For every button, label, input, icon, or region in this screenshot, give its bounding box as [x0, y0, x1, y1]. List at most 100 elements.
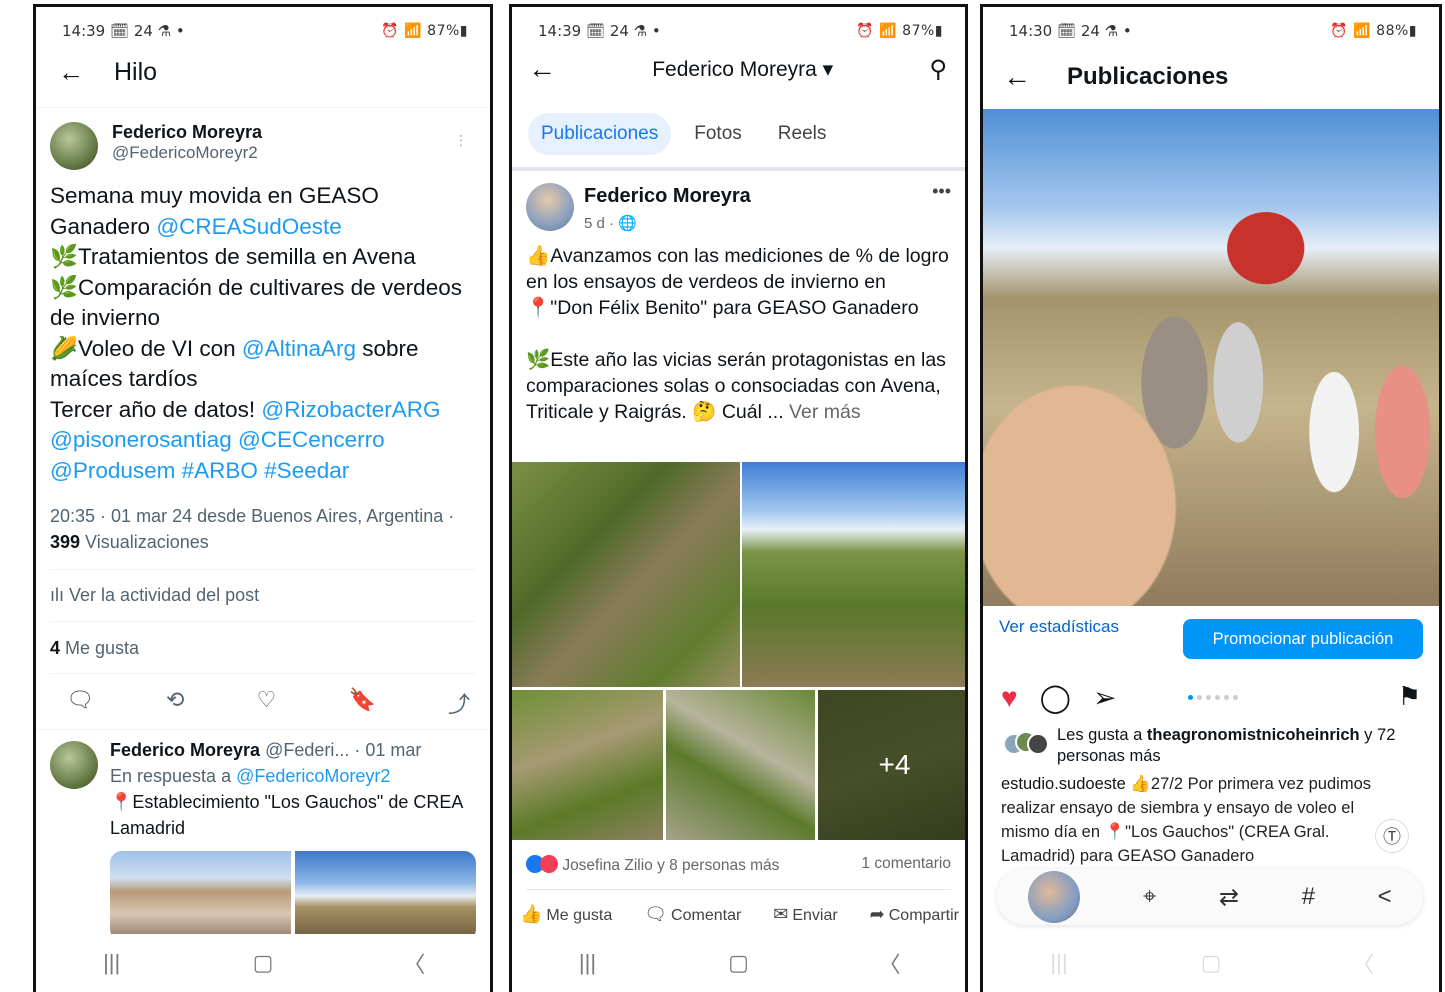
likes-label: Me gusta [60, 638, 140, 658]
share-icon[interactable]: ⤴ [448, 687, 470, 719]
battery-level: 87% [902, 23, 935, 39]
liker-avatars [1003, 731, 1049, 761]
views-count: 399 [50, 532, 81, 552]
thumbnail-preview[interactable] [1028, 871, 1081, 923]
author-handle[interactable]: @FedericoMoreyr2 [112, 143, 262, 163]
heart-icon[interactable]: ♥ [1001, 682, 1018, 714]
tab-fotos[interactable]: Fotos [681, 113, 755, 155]
promote-post-button[interactable]: Promocionar publicación [1183, 619, 1423, 659]
comment-button[interactable]: 🗨 Comentar [644, 904, 741, 925]
post-activity-label: Ver la actividad del post [69, 585, 260, 605]
reply-author-name[interactable]: Federico Moreyra [110, 740, 260, 760]
tab-publicaciones[interactable]: Publicaciones [528, 113, 672, 155]
send-icon[interactable]: ➢ [1093, 681, 1116, 714]
mention-link[interactable]: @CREASudOeste [156, 214, 341, 239]
likes-count[interactable]: 4 Me gusta [50, 638, 139, 659]
home-icon[interactable]: ▢ [233, 950, 293, 976]
avatar[interactable] [526, 183, 574, 231]
back-nav-icon[interactable]: 〈 [1333, 947, 1393, 979]
back-arrow-icon[interactable]: ← [58, 57, 84, 88]
liked-by-label: Les gusta a [1057, 726, 1147, 744]
see-more-link[interactable]: Ver más [789, 401, 861, 423]
author-name[interactable]: Federico Moreyra [112, 122, 262, 143]
home-icon[interactable]: ▢ [709, 950, 769, 976]
liked-by[interactable]: Les gusta a theagronomistnicoheinrich y … [1003, 725, 1419, 767]
battery-level: 87% [427, 23, 460, 39]
photo-2[interactable] [742, 462, 965, 687]
status-right: ⏰ 📶 87%▮ [856, 23, 943, 39]
tab-reels[interactable]: Reels [765, 113, 840, 155]
mention-link[interactable]: @AltinaArg [242, 336, 356, 361]
thumbs-up-icon: 👍 [520, 904, 543, 924]
tweet-line: Semana muy movida en GEASO [50, 183, 379, 208]
bookmark-icon[interactable]: ⚑ [1398, 681, 1421, 712]
battery-level: 88% [1376, 23, 1409, 39]
view-stats-link[interactable]: Ver estadísticas [999, 617, 1119, 637]
send-button[interactable]: ✉ Enviar [773, 904, 837, 925]
caption-username[interactable]: estudio.sudoeste [1001, 775, 1126, 793]
reply-icon[interactable]: 🗨 [66, 687, 94, 719]
status-bar: 14:39 🗓 24 ⚗ • ⏰ 📶 87%▮ [62, 21, 468, 41]
status-bar: 14:39 🗓 24 ⚗ • ⏰ 📶 87%▮ [538, 21, 943, 41]
tweet-line: Ganadero [50, 213, 157, 239]
twitter-thread-screen: 14:39 🗓 24 ⚗ • ⏰ 📶 87%▮ ← Hilo Federico … [33, 4, 493, 992]
reshare-icon[interactable]: ⇄ [1219, 883, 1239, 912]
post-header: Federico Moreyra 5 d · 🌐 ••• [526, 181, 951, 232]
post-author-name[interactable]: Federico Moreyra [584, 185, 751, 208]
back-nav-icon[interactable]: 〈 [860, 947, 920, 979]
comments-count[interactable]: 1 comentario [861, 855, 951, 875]
reply-date: · 01 mar [354, 740, 422, 760]
home-icon[interactable]: ▢ [1181, 950, 1241, 976]
post-time[interactable]: 5 d · 🌐 [584, 214, 751, 232]
back-arrow-icon[interactable]: ← [528, 53, 556, 85]
more-options-icon[interactable]: ••• [932, 181, 951, 202]
in-reply-handle[interactable]: @FedericoMoreyr2 [236, 766, 390, 786]
reply-image-selfie[interactable] [110, 851, 291, 941]
profile-title-dropdown[interactable]: Federico Moreyra ▾ [652, 57, 833, 82]
reply-tweet[interactable]: Federico Moreyra @Federi... · 01 mar En … [50, 737, 476, 841]
photo-5-more[interactable]: +4 [818, 690, 965, 840]
photo-4[interactable] [666, 690, 815, 840]
back-arrow-icon[interactable]: ← [1003, 61, 1031, 93]
floating-toolbar: ⌖ ⇄ # < [997, 869, 1423, 925]
reply-image-field[interactable] [295, 851, 476, 941]
back-nav-icon[interactable]: 〈 [384, 947, 444, 979]
like-icon[interactable]: ♡ [257, 687, 277, 719]
mention-link[interactable]: @pisonerosantiag @CECencerro @Produsem #… [50, 425, 476, 486]
post-photo[interactable] [983, 109, 1439, 606]
system-nav-bar: ||| ▢ 〈 [983, 934, 1439, 992]
photo-1[interactable] [512, 462, 740, 687]
post-paragraph: 👍Avanzamos con las mediciones de % de lo… [526, 245, 949, 319]
liked-by-user[interactable]: theagronomistnicoheinrich [1147, 726, 1360, 744]
status-time: 14:30 [1009, 22, 1053, 40]
search-icon[interactable]: ⚲ [929, 55, 947, 84]
like-button[interactable]: 👍 Me gusta [520, 904, 612, 925]
recents-icon[interactable]: ||| [82, 950, 142, 976]
divider [50, 673, 476, 674]
divider [36, 107, 490, 108]
photo-grid: +4 [512, 462, 965, 840]
bookmark-icon[interactable]: 🔖 [348, 687, 375, 719]
share-button[interactable]: ➦ Compartir [870, 904, 959, 925]
reactions-row: Josefina Zilio y 8 personas más 1 coment… [526, 855, 951, 875]
recents-icon[interactable]: ||| [1029, 950, 1089, 976]
comment-icon[interactable]: ◯ [1040, 681, 1071, 714]
hashtag-icon[interactable]: # [1302, 883, 1315, 911]
retweet-icon[interactable]: ⟲ [166, 687, 184, 719]
avatar[interactable] [50, 122, 98, 170]
status-icons: 🗓 24 ⚗ • [110, 22, 185, 40]
scan-icon[interactable]: ⌖ [1143, 883, 1157, 911]
post-activity-link[interactable]: ılı Ver la actividad del post [50, 585, 259, 606]
post-actions: 👍 Me gusta 🗨 Comentar ✉ Enviar ➦ Compartir [520, 904, 959, 925]
reactions-summary[interactable]: Josefina Zilio y 8 personas más [526, 855, 779, 875]
reactions-label: Josefina Zilio y 8 personas más [562, 857, 780, 874]
more-options-icon[interactable]: ⋮ [454, 132, 468, 149]
reply-avatar[interactable] [50, 741, 98, 789]
recents-icon[interactable]: ||| [558, 950, 618, 976]
photo-3[interactable] [512, 690, 663, 840]
share-icon[interactable]: < [1378, 883, 1392, 911]
translate-icon[interactable]: Ⓣ [1375, 819, 1409, 853]
analytics-icon: ılı [50, 585, 65, 605]
mention-link[interactable]: @RizobacterARG [261, 397, 440, 422]
tweet-text: Semana muy movida en GEASO Ganadero @CRE… [50, 181, 476, 486]
